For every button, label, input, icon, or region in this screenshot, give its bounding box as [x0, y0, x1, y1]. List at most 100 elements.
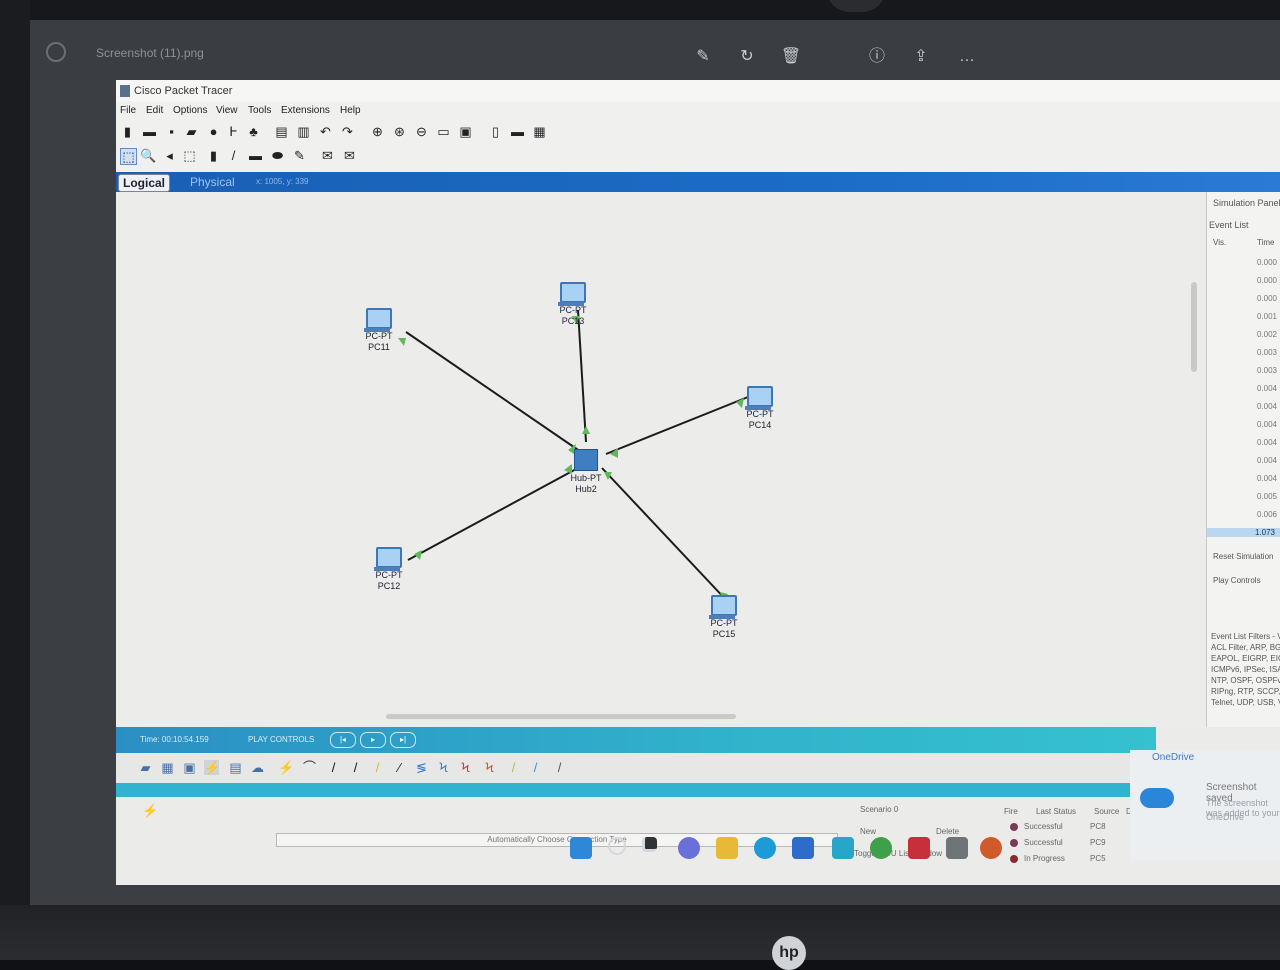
- add-simple-pdu-icon[interactable]: ✉: [320, 148, 335, 163]
- link-pc14-hub2[interactable]: [605, 396, 749, 455]
- chat-icon[interactable]: [678, 837, 700, 859]
- tab-logical[interactable]: Logical: [118, 174, 171, 192]
- iot-cable-icon[interactable]: /: [506, 760, 521, 775]
- auto-connection-icon[interactable]: ⚡: [278, 760, 294, 775]
- tab-physical[interactable]: Physical: [186, 174, 239, 190]
- end-devices-icon[interactable]: ▦: [160, 760, 175, 775]
- device-hub2[interactable]: Hub-PT Hub2: [556, 449, 616, 495]
- screenshot-icon[interactable]: ▦: [532, 124, 547, 139]
- task-view-icon[interactable]: [642, 837, 657, 852]
- zoom-reset-icon[interactable]: ⊛: [392, 124, 407, 139]
- connections-icon[interactable]: ⚡: [204, 760, 220, 775]
- menu-help[interactable]: Help: [340, 105, 361, 116]
- mcafee-icon[interactable]: [908, 837, 930, 859]
- scenario-select[interactable]: Scenario 0: [860, 805, 898, 814]
- resize-tool-icon[interactable]: ⬚: [182, 148, 197, 163]
- play-button[interactable]: ▸: [360, 732, 386, 748]
- line-tool-icon[interactable]: /: [226, 148, 241, 163]
- packet-tracer-taskbar-icon[interactable]: [946, 837, 968, 859]
- workspace-vertical-scrollbar[interactable]: [1191, 282, 1197, 372]
- fire-dot[interactable]: [1010, 823, 1018, 831]
- settings-icon[interactable]: [832, 837, 854, 859]
- store-icon[interactable]: [792, 837, 814, 859]
- octal-cable-icon[interactable]: Ϟ: [482, 760, 497, 775]
- viewport-icon[interactable]: ▯: [488, 124, 503, 139]
- save-icon[interactable]: ▪: [164, 124, 179, 139]
- link-pc15-hub2[interactable]: [601, 467, 729, 603]
- zoom-in-icon[interactable]: ⊕: [370, 124, 385, 139]
- network-info-icon[interactable]: ♣: [246, 124, 261, 139]
- edge-icon[interactable]: [754, 837, 776, 859]
- drawing-palette-icon[interactable]: ▭: [436, 124, 451, 139]
- device-pc15[interactable]: PC-PT PC15: [694, 595, 754, 640]
- reset-simulation-button[interactable]: Reset Simulation: [1213, 552, 1273, 561]
- info-icon[interactable]: ⓘ: [866, 46, 888, 68]
- start-icon[interactable]: [570, 837, 592, 859]
- coax-cable-icon[interactable]: ≶: [414, 760, 429, 775]
- step-back-button[interactable]: |◂: [330, 732, 356, 748]
- fiber-cable-icon[interactable]: /: [370, 760, 385, 775]
- share-icon[interactable]: ⇪: [910, 46, 932, 68]
- onedrive-notification[interactable]: OneDrive Screenshot saved The screenshot…: [1130, 750, 1280, 860]
- rectangle-tool-icon[interactable]: ▬: [248, 148, 263, 163]
- fire-dot[interactable]: [1010, 855, 1018, 863]
- file-explorer-icon[interactable]: [716, 837, 738, 859]
- paste-icon[interactable]: ▥: [296, 124, 311, 139]
- selected-connection-icon[interactable]: ⚡: [142, 803, 158, 818]
- search-icon[interactable]: [608, 837, 626, 855]
- undo-icon[interactable]: ↶: [318, 124, 333, 139]
- phone-cable-icon[interactable]: ⁄: [392, 760, 407, 775]
- menu-view[interactable]: View: [216, 105, 238, 116]
- delete-icon[interactable]: 🗑: [780, 46, 802, 68]
- rotate-icon[interactable]: ↻: [736, 46, 758, 68]
- new-file-icon[interactable]: ▮: [120, 124, 135, 139]
- redo-icon[interactable]: ↷: [340, 124, 355, 139]
- link-pc13-hub2[interactable]: [577, 309, 587, 443]
- inspect-tool-icon[interactable]: 🔍: [140, 148, 156, 163]
- copy-icon[interactable]: ▤: [274, 124, 289, 139]
- delete-tool-icon[interactable]: ◂: [162, 148, 177, 163]
- logical-workspace[interactable]: PC-PT PC11 PC-PT PC13 PC-PT PC14 Hub-PT …: [116, 192, 1206, 727]
- workspace-horizontal-scrollbar[interactable]: [386, 714, 736, 719]
- edit-icon[interactable]: ✎: [692, 46, 714, 68]
- device-pc11[interactable]: PC-PT PC11: [349, 308, 409, 353]
- menu-edit[interactable]: Edit: [146, 105, 163, 116]
- serial-dte-icon[interactable]: Ϟ: [458, 760, 473, 775]
- wizard-icon[interactable]: Ͱ: [226, 124, 241, 139]
- print-icon[interactable]: ▰: [184, 124, 199, 139]
- freeform-tool-icon[interactable]: ✎: [292, 148, 307, 163]
- app-taskbar-icon[interactable]: [980, 837, 1002, 859]
- select-tool-icon[interactable]: ⬚: [120, 148, 137, 165]
- serial-dce-icon[interactable]: Ϟ: [436, 760, 451, 775]
- menu-file[interactable]: File: [120, 105, 136, 116]
- straight-cable-icon[interactable]: /: [326, 760, 341, 775]
- more-icon[interactable]: …: [956, 46, 978, 68]
- console-cable-icon[interactable]: ⌒: [302, 760, 317, 775]
- ipc-icon[interactable]: ▬: [510, 124, 525, 139]
- wireless-cable-icon[interactable]: /: [552, 760, 567, 775]
- crossover-cable-icon[interactable]: /: [348, 760, 363, 775]
- chrome-icon[interactable]: [870, 837, 892, 859]
- note-tool-icon[interactable]: ▮: [206, 148, 221, 163]
- menu-options[interactable]: Options: [173, 105, 207, 116]
- link-pc11-hub2[interactable]: [405, 331, 585, 455]
- step-forward-button[interactable]: ▸|: [390, 732, 416, 748]
- device-pc12[interactable]: PC-PT PC12: [359, 547, 419, 592]
- device-pc14[interactable]: PC-PT PC14: [730, 386, 790, 431]
- info-icon[interactable]: ●: [206, 124, 221, 139]
- custom-device-icon[interactable]: ▣: [458, 124, 473, 139]
- network-devices-icon[interactable]: ▰: [138, 760, 153, 775]
- link-pc12-hub2[interactable]: [407, 467, 579, 561]
- open-folder-icon[interactable]: ▬: [142, 124, 157, 139]
- fire-dot[interactable]: [1010, 839, 1018, 847]
- menu-tools[interactable]: Tools: [248, 105, 271, 116]
- menu-extensions[interactable]: Extensions: [281, 105, 330, 116]
- multiuser-icon[interactable]: ☁: [250, 760, 265, 775]
- add-complex-pdu-icon[interactable]: ✉: [342, 148, 357, 163]
- device-pc13[interactable]: PC-PT PC13: [543, 282, 603, 327]
- components-icon[interactable]: ▣: [182, 760, 197, 775]
- zoom-out-icon[interactable]: ⊖: [414, 124, 429, 139]
- usb-cable-icon[interactable]: /: [528, 760, 543, 775]
- ellipse-tool-icon[interactable]: ⬬: [270, 148, 285, 163]
- misc-icon[interactable]: ▤: [228, 760, 243, 775]
